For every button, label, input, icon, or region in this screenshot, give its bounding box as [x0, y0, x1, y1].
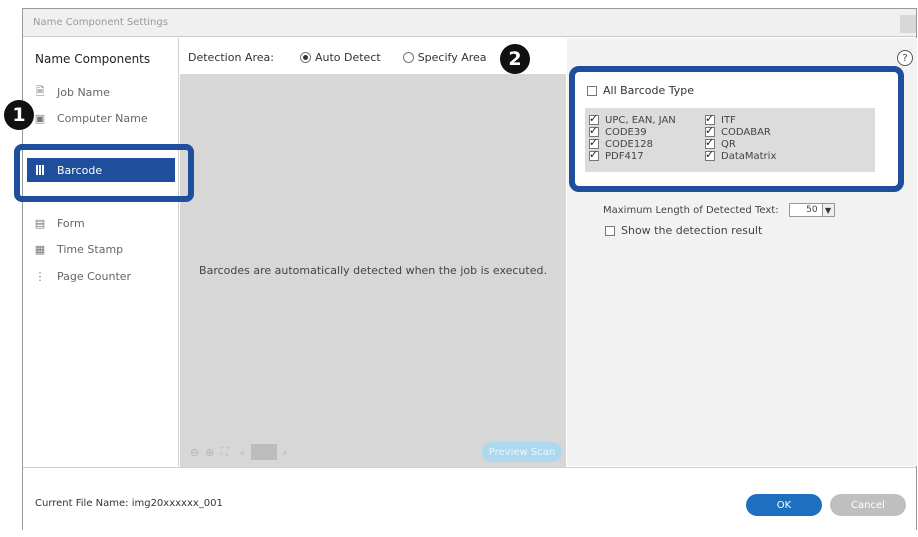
specify-area-label[interactable]: Specify Area — [418, 51, 487, 64]
sidebar-item-label: Computer Name — [57, 111, 148, 125]
auto-detect-message: Barcodes are automatically detected when… — [199, 264, 547, 277]
preview-toolbar: ⊖ ⊕ ⛶ ‹ › — [190, 444, 287, 460]
sidebar-item-label: Form — [57, 216, 85, 230]
barcode-type-item[interactable]: CODE39 — [589, 124, 676, 138]
barcode-type-column-left: UPC, EAN, JAN CODE39 CODE128 PDF417 — [589, 112, 676, 162]
max-length-label: Maximum Length of Detected Text: — [603, 204, 779, 216]
sidebar-item-label: Page Counter — [57, 269, 132, 283]
barcode-type-label: PDF417 — [605, 150, 644, 162]
max-length-select[interactable]: 50 ▼ — [788, 203, 835, 217]
all-barcode-type-option[interactable]: All Barcode Type — [587, 84, 694, 97]
sidebar-item-form[interactable]: ▤ Form — [33, 213, 85, 233]
barcode-type-item[interactable]: ITF — [705, 112, 776, 126]
barcode-type-item[interactable]: PDF417 — [589, 148, 676, 162]
name-components-panel: Name Components 🗎 Job Name ▣ Computer Na… — [23, 38, 179, 466]
barcode-settings-panel: ? All Barcode Type UPC, EAN, JAN CODE39 … — [567, 38, 917, 466]
show-detection-result-option[interactable]: Show the detection result — [605, 224, 762, 237]
dialog-footer: Current File Name: img20xxxxxx_001 OK Ca… — [23, 467, 916, 530]
all-barcode-type-checkbox[interactable] — [587, 85, 597, 96]
fit-page-icon[interactable]: ⛶ — [220, 445, 228, 459]
barcode-type-label: CODE39 — [605, 126, 647, 138]
show-detection-result-checkbox[interactable] — [605, 225, 615, 236]
barcode-type-column-right: ITF CODABAR QR DataMatrix — [705, 112, 777, 162]
chevron-down-icon[interactable]: ▼ — [821, 204, 834, 216]
barcode-type-group: All Barcode Type UPC, EAN, JAN CODE39 CO… — [569, 66, 904, 192]
page-number-box[interactable] — [250, 444, 277, 460]
specify-area-radio[interactable] — [402, 52, 414, 63]
barcode-type-checkbox[interactable] — [589, 148, 599, 161]
barcode-type-item[interactable]: QR — [705, 136, 776, 150]
barcode-type-item[interactable]: UPC, EAN, JAN — [589, 112, 676, 126]
barcode-highlight-callout — [14, 144, 194, 202]
zoom-in-icon[interactable]: ⊕ — [205, 446, 214, 459]
barcode-type-item[interactable]: DataMatrix — [705, 148, 777, 162]
ok-button[interactable]: OK — [746, 494, 822, 516]
preview-area: Barcodes are automatically detected when… — [180, 74, 566, 468]
callout-badge-1: 1 — [4, 100, 34, 130]
panel-header: Name Components — [35, 52, 151, 66]
sidebar-item-label: Job Name — [57, 85, 110, 99]
current-file-name: Current File Name: img20xxxxxx_001 — [35, 498, 223, 509]
auto-detect-label[interactable]: Auto Detect — [315, 51, 381, 64]
next-page-icon[interactable]: › — [283, 446, 287, 459]
help-icon[interactable]: ? — [897, 50, 913, 66]
barcode-type-label: DataMatrix — [721, 150, 777, 162]
show-detection-result-label: Show the detection result — [621, 224, 763, 237]
barcode-type-checkbox[interactable] — [705, 148, 715, 161]
counter-icon: ⋮ — [34, 269, 46, 283]
auto-detect-radio[interactable] — [299, 52, 311, 63]
sidebar-item-page-counter[interactable]: ⋮ Page Counter — [33, 266, 132, 286]
sidebar-item-time-stamp[interactable]: ▦ Time Stamp — [33, 239, 123, 259]
detection-area-row: Detection Area: Auto Detect Specify Area — [188, 51, 487, 64]
callout-badge-2: 2 — [500, 44, 530, 74]
sidebar-item-job-name[interactable]: 🗎 Job Name — [33, 82, 110, 102]
barcode-type-label: UPC, EAN, JAN — [605, 114, 676, 126]
cancel-button[interactable]: Cancel — [830, 494, 906, 516]
barcode-type-list: UPC, EAN, JAN CODE39 CODE128 PDF417 ITF … — [585, 108, 875, 172]
computer-icon: ▣ — [34, 111, 46, 125]
max-length-value: 50 — [806, 205, 818, 215]
window-title: Name Component Settings — [33, 17, 168, 28]
form-icon: ▤ — [34, 216, 46, 230]
previous-page-icon[interactable]: ‹ — [240, 446, 244, 459]
zoom-out-icon[interactable]: ⊖ — [190, 446, 199, 459]
name-component-settings-window: Name Component Settings Name Components … — [22, 8, 917, 530]
preview-scan-button[interactable]: Preview Scan — [482, 442, 562, 462]
all-barcode-type-label: All Barcode Type — [603, 84, 694, 97]
preview-panel: Detection Area: Auto Detect Specify Area… — [180, 38, 566, 468]
document-icon: 🗎 — [35, 84, 45, 98]
sidebar-item-label: Time Stamp — [57, 242, 124, 256]
title-bar: Name Component Settings — [23, 9, 916, 37]
max-length-row: Maximum Length of Detected Text: 50 ▼ — [603, 203, 835, 217]
barcode-type-label: CODABAR — [721, 126, 771, 138]
calendar-icon: ▦ — [34, 242, 46, 256]
barcode-type-label: ITF — [721, 114, 736, 126]
barcode-type-label: QR — [721, 138, 736, 150]
barcode-type-label: CODE128 — [605, 138, 653, 150]
barcode-type-item[interactable]: CODABAR — [705, 124, 776, 138]
detection-area-label: Detection Area: — [188, 51, 274, 64]
sidebar-item-computer-name[interactable]: ▣ Computer Name — [33, 108, 148, 128]
close-icon[interactable] — [900, 15, 916, 33]
barcode-type-item[interactable]: CODE128 — [589, 136, 676, 150]
